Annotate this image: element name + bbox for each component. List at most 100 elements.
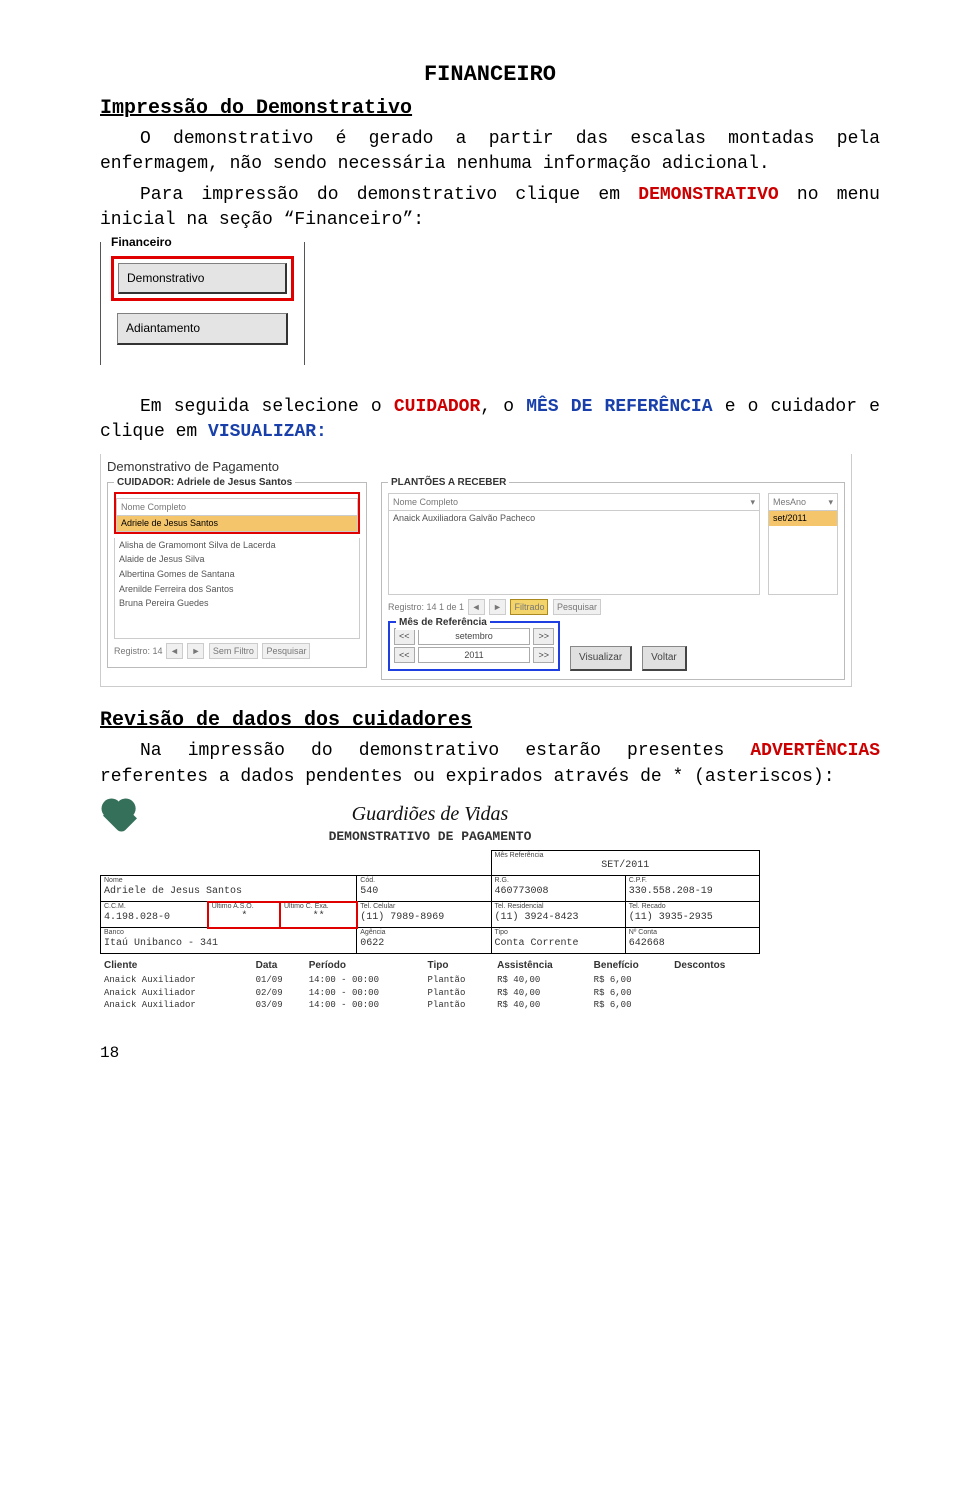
year-value: 2011: [418, 647, 531, 664]
logo-icon: [100, 800, 140, 840]
list-item[interactable]: Alisha de Gramomont Silva de Lacerda: [115, 538, 359, 553]
value-num-conta: 642668: [629, 938, 665, 949]
label-cel: Tel. Celular: [360, 903, 487, 910]
value-agencia: 0622: [360, 938, 384, 949]
nav-next-button[interactable]: ►: [489, 599, 506, 616]
month-next-button[interactable]: >>: [533, 628, 554, 645]
cuidador-list-rest[interactable]: Alisha de Gramomont Silva de Lacerda Ala…: [114, 538, 360, 639]
cell: 01/09: [252, 974, 305, 987]
sort-icon[interactable]: ▾: [828, 496, 833, 509]
report-info-table: Mês ReferênciaSET/2011 Nome Adriele de Je…: [100, 850, 760, 954]
month-value: setembro: [418, 628, 531, 645]
hl-mes-referencia: MÊS DE REFERÊNCIA: [526, 397, 712, 417]
groupbox-mes-legend: Mês de Referência: [396, 616, 490, 630]
cuidador-list[interactable]: Nome Completo Adriele de Jesus Santos: [116, 498, 358, 532]
label-nome: Nome: [104, 877, 353, 884]
voltar-button[interactable]: Voltar: [642, 646, 687, 671]
table-row: Anaick Auxiliador 03/09 14:00 - 00:00 Pl…: [100, 999, 760, 1012]
record-navigator-right[interactable]: Registro: 14 1 de 1 ◄ ► Filtrado Pesquis…: [388, 599, 838, 616]
hl-cuidador: CUIDADOR: [394, 397, 480, 417]
plantoes-list[interactable]: Nome Completo ▾ Anaick Auxiliadora Galvã…: [388, 493, 760, 595]
list-item[interactable]: Anaick Auxiliadora Galvão Pacheco: [389, 511, 759, 526]
nav-prev-button[interactable]: ◄: [166, 643, 183, 660]
adiantamento-button[interactable]: Adiantamento: [117, 313, 288, 345]
list-item[interactable]: Adriele de Jesus Santos: [117, 516, 357, 531]
list-item[interactable]: Arenilde Ferreira dos Santos: [115, 582, 359, 597]
panel-legend-financeiro: Financeiro: [108, 234, 175, 251]
list-item[interactable]: Bruna Pereira Guedes: [115, 596, 359, 611]
cell: [670, 974, 760, 987]
cell: 03/09: [252, 999, 305, 1012]
value-cpf: 330.558.208-19: [629, 886, 713, 897]
col-descontos: Descontos: [670, 958, 760, 974]
month-prev-button[interactable]: <<: [394, 628, 415, 645]
brand-name: Guardiões de Vidas: [150, 800, 710, 828]
section-heading-impressao: Impressão do Demonstrativo: [100, 95, 880, 123]
demonstrativo-button[interactable]: Demonstrativo: [118, 263, 287, 295]
screenshot-financeiro-panel: Financeiro Demonstrativo Adiantamento: [100, 242, 305, 366]
groupbox-plantoes: PLANTÕES A RECEBER Nome Completo ▾ Anaic…: [381, 482, 845, 681]
cell: R$ 40,00: [493, 987, 590, 1000]
report-plantoes-table: Cliente Data Período Tipo Assistência Be…: [100, 958, 760, 1012]
paragraph-intro: O demonstrativo é gerado a partir das es…: [100, 127, 880, 177]
mesano-list[interactable]: MesAno ▾ set/2011: [768, 493, 838, 595]
col-mesano: MesAno: [773, 496, 828, 509]
value-tipo-conta: Conta Corrente: [495, 938, 579, 949]
value-aso: *: [212, 910, 277, 924]
sort-icon[interactable]: ▾: [750, 496, 755, 509]
label-res: Tel. Residencial: [495, 903, 622, 910]
cell: R$ 40,00: [493, 974, 590, 987]
value-rg: 460773008: [495, 886, 549, 897]
text: Na impressão do demonstrativo estarão pr…: [140, 741, 750, 761]
nav-filter-button[interactable]: Sem Filtro: [209, 643, 258, 660]
text: , o: [480, 397, 526, 417]
value-exa: **: [284, 910, 353, 924]
year-next-button[interactable]: >>: [533, 647, 554, 664]
cell: Plantão: [424, 987, 494, 1000]
groupbox-cuidador-legend: CUIDADOR: Adriele de Jesus Santos: [114, 476, 295, 490]
paragraph-click-demo: Para impressão do demonstrativo clique e…: [100, 183, 880, 233]
cell: Anaick Auxiliador: [100, 987, 252, 1000]
year-prev-button[interactable]: <<: [394, 647, 415, 664]
cell: 14:00 - 00:00: [305, 987, 424, 1000]
value-cel: (11) 7989-8969: [360, 912, 444, 923]
col-periodo: Período: [305, 958, 424, 974]
text: Para impressão do demonstrativo clique e…: [140, 185, 638, 205]
record-navigator-left[interactable]: Registro: 14 ◄ ► Sem Filtro Pesquisar: [114, 643, 360, 660]
col-beneficio: Benefício: [590, 958, 671, 974]
value-nome: Adriele de Jesus Santos: [104, 886, 242, 897]
cell: [670, 987, 760, 1000]
nav-label: Registro: 14 1 de 1: [388, 602, 464, 612]
list-item[interactable]: Albertina Gomes de Santana: [115, 567, 359, 582]
label-ccm: C.C.M.: [104, 903, 205, 910]
value-ccm: 4.198.028-0: [104, 912, 170, 923]
cell: 14:00 - 00:00: [305, 974, 424, 987]
label-num-conta: Nº Conta: [629, 929, 756, 936]
col-assistencia: Assistência: [493, 958, 590, 974]
cell: Plantão: [424, 974, 494, 987]
hl-visualizar: VISUALIZAR:: [208, 422, 327, 442]
cell: 14:00 - 00:00: [305, 999, 424, 1012]
col-tipo: Tipo: [424, 958, 494, 974]
report-title: DEMONSTRATIVO DE PAGAMENTO: [150, 828, 710, 846]
nav-filter-button[interactable]: Filtrado: [510, 599, 548, 616]
cell: R$ 6,00: [590, 987, 671, 1000]
label-cod: Cód.: [360, 877, 487, 884]
text: Em seguida selecione o: [140, 397, 394, 417]
page-number: 18: [100, 1042, 880, 1064]
list-item[interactable]: Alaide de Jesus Silva: [115, 552, 359, 567]
cell: 02/09: [252, 987, 305, 1000]
nav-search-input[interactable]: Pesquisar: [262, 643, 310, 660]
label-tipo-conta: Tipo: [495, 929, 622, 936]
nav-prev-button[interactable]: ◄: [468, 599, 485, 616]
nav-next-button[interactable]: ►: [187, 643, 204, 660]
value-mes-ref: SET/2011: [495, 859, 757, 873]
value-res: (11) 3924-8423: [495, 912, 579, 923]
screenshot-demonstrativo-report: Guardiões de Vidas DEMONSTRATIVO DE PAGA…: [100, 800, 760, 1012]
label-rg: R.G.: [495, 877, 622, 884]
cell: Anaick Auxiliador: [100, 974, 252, 987]
nav-search-input[interactable]: Pesquisar: [553, 599, 601, 616]
list-item[interactable]: set/2011: [769, 511, 837, 526]
label-mes-ref: Mês Referência: [495, 852, 757, 859]
visualizar-button[interactable]: Visualizar: [570, 646, 632, 671]
